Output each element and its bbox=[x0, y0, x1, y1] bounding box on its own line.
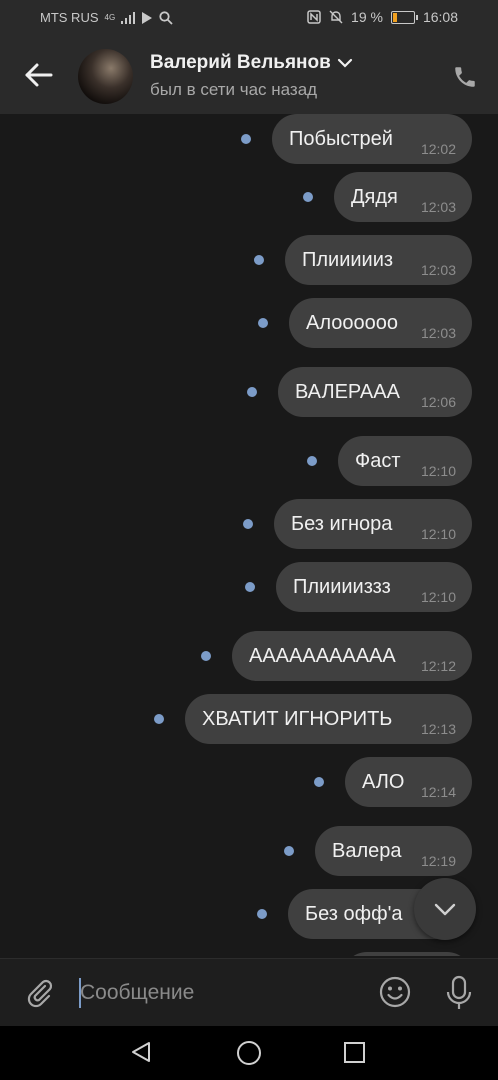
message-time: 12:14 bbox=[420, 784, 456, 800]
message-time: 12:03 bbox=[420, 325, 456, 341]
message-bubble[interactable]: Валера 12:19 bbox=[315, 826, 472, 876]
network-type-label: 4G bbox=[104, 12, 116, 22]
status-bar-left: MTS RUS 4G bbox=[40, 10, 173, 25]
unread-indicator bbox=[241, 134, 251, 144]
unread-indicator bbox=[314, 777, 324, 787]
unread-indicator bbox=[154, 714, 164, 724]
nav-home-icon[interactable] bbox=[237, 1041, 261, 1065]
message-text: Плиииииз bbox=[302, 248, 394, 271]
microphone-icon[interactable] bbox=[444, 975, 474, 1011]
message-time: 12:10 bbox=[420, 463, 456, 479]
contact-status: был в сети час назад bbox=[150, 80, 318, 99]
message-time: 12:03 bbox=[420, 262, 456, 278]
message-bubble[interactable]: Дядя 12:03 bbox=[334, 172, 472, 222]
message-input[interactable]: Сообщение bbox=[80, 981, 194, 1005]
carrier-label: MTS RUS bbox=[40, 10, 99, 25]
unread-indicator bbox=[257, 909, 267, 919]
message-time: 12:06 bbox=[420, 394, 456, 410]
nav-back-icon[interactable] bbox=[130, 1041, 152, 1063]
message-text: ХВАТИТ ИГНОРИТЬ bbox=[202, 707, 393, 730]
emoji-icon[interactable] bbox=[378, 975, 412, 1009]
message-time: 12:12 bbox=[420, 658, 456, 674]
chat-header: Валерий Вельянов был в сети час назад bbox=[0, 36, 498, 114]
message-time: 12:19 bbox=[420, 853, 456, 869]
mute-bell-icon bbox=[329, 10, 343, 24]
contact-name[interactable]: Валерий Вельянов bbox=[150, 52, 331, 74]
message-text: Алоооооо bbox=[306, 311, 398, 334]
contact-name-row[interactable]: Валерий Вельянов bbox=[150, 52, 353, 74]
message-text: Побыстрей bbox=[289, 127, 393, 150]
play-icon bbox=[142, 11, 153, 24]
phone-icon[interactable] bbox=[452, 64, 478, 90]
paperclip-icon[interactable] bbox=[24, 977, 56, 1009]
unread-indicator bbox=[245, 582, 255, 592]
message-text: Без офф'а bbox=[305, 902, 403, 925]
message-bubble[interactable]: Алоооооо 12:03 bbox=[289, 298, 472, 348]
message-text: АЛО bbox=[362, 770, 405, 793]
message-bubble[interactable]: ААААААААААА 12:12 bbox=[232, 631, 472, 681]
contact-avatar[interactable] bbox=[78, 49, 133, 104]
message-bubble[interactable]: Плиииииз 12:03 bbox=[285, 235, 472, 285]
message-time: 12:02 bbox=[420, 141, 456, 157]
status-bar-right: 19 % 16:08 bbox=[307, 9, 458, 25]
system-navigation-bar bbox=[0, 1026, 498, 1080]
unread-indicator bbox=[258, 318, 268, 328]
scroll-down-button[interactable] bbox=[414, 878, 476, 940]
unread-indicator bbox=[284, 846, 294, 856]
signal-icon bbox=[121, 11, 136, 24]
nav-recents-icon[interactable] bbox=[344, 1042, 365, 1063]
message-time: 12:10 bbox=[420, 589, 456, 605]
chevron-down-icon bbox=[434, 903, 456, 916]
message-bubble-partial[interactable] bbox=[342, 952, 472, 956]
message-text: Дядя bbox=[351, 185, 398, 208]
message-text: Валера bbox=[332, 839, 402, 862]
message-composer: Сообщение bbox=[0, 958, 498, 1027]
message-bubble[interactable]: АЛО 12:14 bbox=[345, 757, 472, 807]
message-text: ААААААААААА bbox=[249, 644, 396, 667]
message-bubble[interactable]: Без игнора 12:10 bbox=[274, 499, 472, 549]
message-list[interactable]: Побыстрей 12:02 Дядя 12:03 Плиииииз 12:03 Алоо… bbox=[0, 114, 498, 956]
message-bubble[interactable]: ВАЛЕРААА 12:06 bbox=[278, 367, 472, 417]
unread-indicator bbox=[254, 255, 264, 265]
status-bar: MTS RUS 4G 19 % 16:08 bbox=[0, 0, 498, 36]
unread-indicator bbox=[247, 387, 257, 397]
message-bubble[interactable]: Побыстрей 12:02 bbox=[272, 114, 472, 164]
message-text: ВАЛЕРААА bbox=[295, 380, 400, 403]
message-bubble[interactable]: ХВАТИТ ИГНОРИТЬ 12:13 bbox=[185, 694, 472, 744]
message-text: Без игнора bbox=[291, 512, 393, 535]
clock: 16:08 bbox=[422, 9, 458, 25]
message-time: 12:03 bbox=[420, 199, 456, 215]
message-time: 12:13 bbox=[420, 721, 456, 737]
unread-indicator bbox=[303, 192, 313, 202]
unread-indicator bbox=[243, 519, 253, 529]
message-bubble[interactable]: Фаст 12:10 bbox=[338, 436, 472, 486]
unread-indicator bbox=[307, 456, 317, 466]
message-text: Плииииззз bbox=[293, 575, 391, 598]
search-icon bbox=[159, 10, 173, 25]
battery-percent: 19 % bbox=[351, 9, 383, 25]
message-text: Фаст bbox=[355, 449, 401, 472]
unread-indicator bbox=[201, 651, 211, 661]
message-bubble[interactable]: Плииииззз 12:10 bbox=[276, 562, 472, 612]
nfc-icon bbox=[307, 10, 321, 24]
back-arrow-icon[interactable] bbox=[22, 58, 56, 92]
chevron-down-icon[interactable] bbox=[337, 58, 353, 68]
battery-icon bbox=[390, 10, 418, 24]
message-time: 12:10 bbox=[420, 526, 456, 542]
